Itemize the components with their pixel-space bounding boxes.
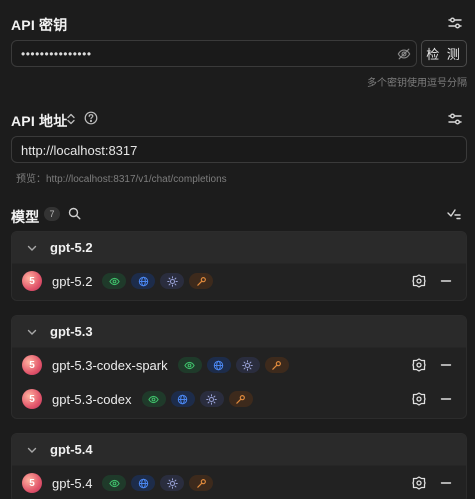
web-capability-badge (131, 475, 156, 491)
api-key-hint: 多个密钥使用逗号分隔 (367, 78, 467, 89)
check-sort-icon[interactable] (447, 207, 461, 226)
minus-icon[interactable] (440, 477, 452, 489)
chevron-down-icon[interactable] (26, 444, 38, 456)
group-name: gpt-5.4 (50, 442, 93, 457)
wrench-icon (197, 478, 206, 488)
reasoning-capability-badge (160, 475, 185, 491)
wrench-icon (272, 360, 282, 370)
wrench-icon (197, 276, 206, 286)
model-avatar: 5 (22, 473, 42, 493)
api-key-value: ••••••••••••••• (21, 47, 92, 61)
lightbulb-icon (167, 275, 178, 287)
model-avatar: 5 (22, 355, 42, 375)
chevron-down-icon[interactable] (26, 326, 38, 338)
eye-icon (184, 361, 195, 369)
globe-icon (177, 394, 188, 404)
gear-icon[interactable] (412, 274, 426, 288)
reasoning-capability-badge (199, 391, 224, 407)
wrench-icon (236, 394, 245, 404)
model-name: gpt-5.2 (52, 273, 93, 289)
tool-capability-badge (189, 273, 214, 289)
vision-capability-badge (102, 475, 127, 491)
gear-icon[interactable] (412, 476, 426, 490)
model-group-gpt-5-3: gpt-5.3 5 gpt-5.3-codex-spark 5 gpt-5.3-… (11, 315, 467, 419)
help-circle-icon[interactable] (84, 111, 98, 130)
chevron-down-icon[interactable] (26, 242, 38, 254)
lightbulb-icon (167, 477, 178, 489)
model-row: 5 gpt-5.3-codex (12, 382, 466, 416)
minus-icon[interactable] (440, 359, 452, 371)
model-row: 5 gpt-5.2 (12, 264, 466, 298)
web-capability-badge (131, 273, 156, 289)
model-group-header[interactable]: gpt-5.2 (12, 232, 466, 264)
globe-icon (213, 360, 224, 370)
minus-icon[interactable] (440, 275, 452, 287)
model-row: 5 gpt-5.4 (12, 466, 466, 499)
api-address-title: API 地址 (11, 113, 68, 129)
model-avatar: 5 (22, 271, 42, 291)
globe-icon (138, 276, 149, 286)
web-capability-badge (206, 357, 231, 373)
search-icon[interactable] (68, 207, 81, 225)
group-name: gpt-5.3 (50, 324, 93, 339)
eye-off-icon[interactable] (397, 47, 411, 66)
vision-capability-badge (141, 391, 166, 407)
gear-icon[interactable] (412, 392, 426, 406)
tool-capability-badge (189, 475, 214, 491)
api-address-preview: 预览：http://localhost:8317/v1/chat/complet… (16, 174, 227, 185)
eye-icon (148, 395, 159, 403)
api-key-input[interactable]: ••••••••••••••• (11, 40, 417, 67)
model-name: gpt-5.4 (52, 475, 93, 491)
model-row: 5 gpt-5.3-codex-spark (12, 348, 466, 382)
lightbulb-icon (206, 393, 217, 405)
detect-button[interactable]: 检 测 (421, 40, 467, 67)
vision-capability-badge (177, 357, 202, 373)
vision-capability-badge (102, 273, 127, 289)
api-key-title: API 密钥 (11, 17, 68, 33)
web-capability-badge (170, 391, 195, 407)
model-group-gpt-5-4: gpt-5.4 5 gpt-5.4 (11, 433, 467, 499)
lightbulb-icon (242, 359, 253, 371)
tool-capability-badge (264, 357, 289, 373)
chevron-updown-icon[interactable] (66, 112, 76, 130)
api-address-input[interactable]: http://localhost:8317 (11, 136, 467, 163)
eye-icon (109, 479, 120, 487)
model-name: gpt-5.3-codex (52, 391, 132, 407)
group-name: gpt-5.2 (50, 240, 93, 255)
model-group-header[interactable]: gpt-5.4 (12, 434, 466, 466)
model-avatar: 5 (22, 389, 42, 409)
model-group-header[interactable]: gpt-5.3 (12, 316, 466, 348)
models-count-badge: 7 (44, 207, 60, 221)
eye-icon (109, 277, 120, 285)
tool-capability-badge (228, 391, 253, 407)
api-address-value: http://localhost:8317 (21, 143, 138, 158)
gear-icon[interactable] (412, 358, 426, 372)
reasoning-capability-badge (235, 357, 260, 373)
model-group-gpt-5-2: gpt-5.2 5 gpt-5.2 (11, 231, 467, 301)
models-title: 模型 (11, 209, 40, 225)
api-key-settings-icon[interactable] (445, 13, 465, 33)
globe-icon (138, 478, 149, 488)
model-name: gpt-5.3-codex-spark (52, 357, 168, 373)
reasoning-capability-badge (160, 273, 185, 289)
api-address-settings-icon[interactable] (445, 109, 465, 129)
minus-icon[interactable] (440, 393, 452, 405)
